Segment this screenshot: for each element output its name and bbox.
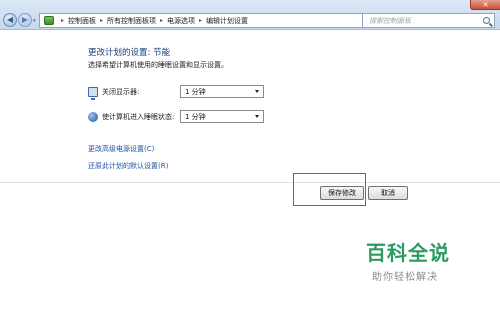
back-button[interactable]: ◀	[3, 13, 17, 27]
window-titlebar: ✕ ◀ ▶ ▾ ▸ 控制面板 ▸ 所有控制面板项 ▸ 电源选项 ▸ 编辑计划设置…	[0, 0, 500, 30]
monitor-icon	[88, 86, 98, 100]
search-icon[interactable]	[483, 17, 490, 24]
display-off-select[interactable]: 1 分钟	[180, 85, 264, 98]
display-off-value: 1 分钟	[185, 87, 206, 96]
breadcrumb-separator: ▸	[160, 17, 164, 24]
breadcrumb-power-options[interactable]: 电源选项	[167, 16, 195, 26]
sleep-setting-row: 使计算机进入睡眠状态: 1 分钟	[88, 110, 264, 123]
chevron-down-icon	[255, 115, 259, 118]
display-off-label: 关闭显示器:	[102, 87, 140, 96]
close-icon: ✕	[482, 0, 489, 9]
breadcrumb-control-panel[interactable]: 控制面板	[68, 16, 96, 26]
arrow-left-icon: ◀	[6, 15, 14, 24]
page-subtitle: 选择希望计算机使用的睡眠设置和显示设置。	[88, 61, 228, 69]
cancel-button[interactable]: 取消	[368, 186, 408, 200]
address-bar[interactable]: ▸ 控制面板 ▸ 所有控制面板项 ▸ 电源选项 ▸ 编辑计划设置 ▾ ↻	[39, 13, 390, 28]
main-content: 更改计划的设置: 节能 选择希望计算机使用的睡眠设置和显示设置。 关闭显示器: …	[0, 30, 500, 314]
sleep-select[interactable]: 1 分钟	[180, 110, 264, 123]
sleep-label: 使计算机进入睡眠状态:	[102, 112, 175, 121]
breadcrumb-separator: ▸	[100, 17, 104, 24]
sleep-icon	[88, 111, 98, 122]
watermark-logo: 百科全说	[366, 241, 450, 265]
forward-button[interactable]: ▶	[18, 13, 32, 27]
save-changes-button[interactable]: 保存修改	[320, 186, 364, 200]
search-placeholder: 搜索控制面板	[369, 16, 411, 25]
breadcrumb-separator: ▸	[61, 17, 65, 24]
advanced-power-settings-link[interactable]: 更改高级电源设置(C)	[88, 144, 154, 154]
divider	[0, 182, 500, 183]
sleep-value: 1 分钟	[185, 112, 206, 121]
breadcrumb-all-items[interactable]: 所有控制面板项	[107, 16, 156, 26]
display-setting-row: 关闭显示器: 1 分钟	[88, 85, 264, 100]
close-window-button[interactable]: ✕	[470, 0, 500, 10]
search-input[interactable]: 搜索控制面板	[362, 13, 495, 28]
chevron-down-icon	[255, 90, 259, 93]
arrow-right-icon: ▶	[21, 15, 29, 24]
page-title: 更改计划的设置: 节能	[88, 48, 171, 58]
breadcrumb-separator: ▸	[199, 17, 203, 24]
control-panel-icon	[44, 16, 54, 25]
restore-defaults-link[interactable]: 还原此计划的默认设置(R)	[88, 161, 168, 171]
recent-pages-dropdown[interactable]: ▾	[33, 18, 36, 24]
watermark-tagline: 助你轻松解决	[372, 272, 438, 283]
breadcrumb-edit-plan[interactable]: 编辑计划设置	[206, 16, 248, 26]
